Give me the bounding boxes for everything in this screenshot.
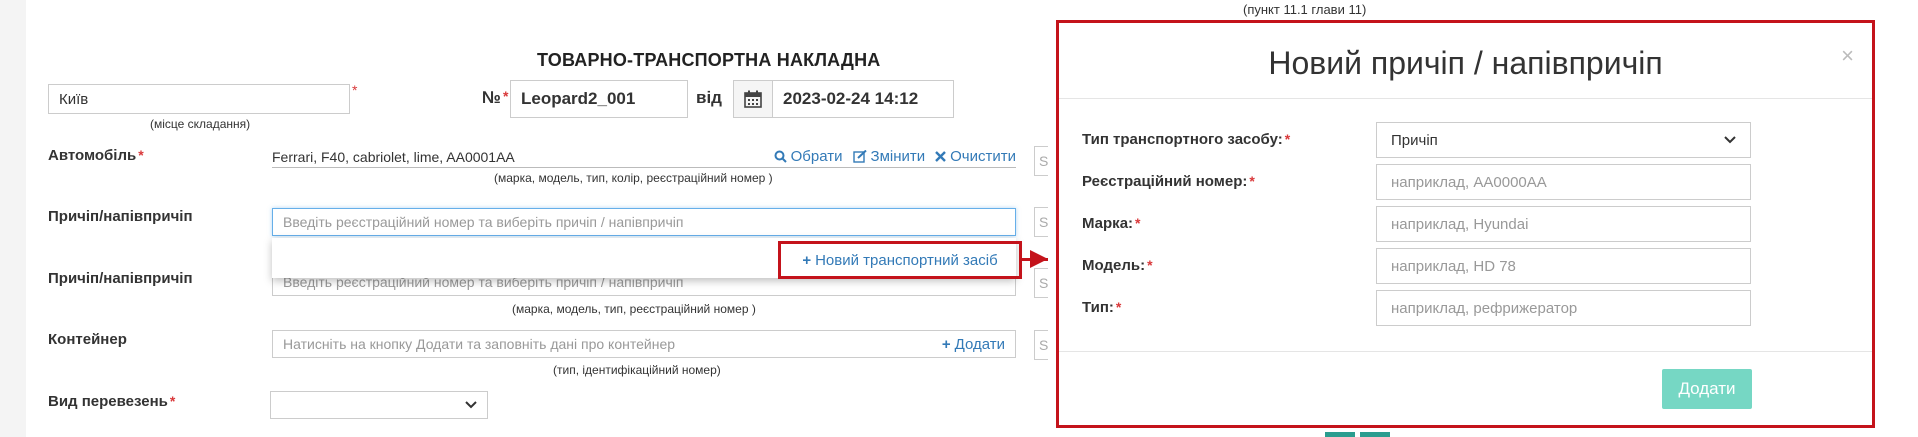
modal-divider (1059, 351, 1872, 352)
vehicle-value: Ferrari, F40, cabriolet, lime, AA0001AA (272, 148, 515, 165)
number-value: Leopard2_001 (521, 89, 636, 108)
trailer2-sublabel: (марка, модель, тип, реєстраційний номер… (512, 302, 756, 316)
clear-vehicle-link[interactable]: Очистити (935, 148, 1016, 165)
vehicle-type-value: Причіп (1391, 131, 1438, 149)
plus-icon: + (941, 335, 951, 353)
date-value: 2023-02-24 14:12 (783, 89, 919, 108)
search-icon (774, 150, 787, 163)
modal-title: Новий причіп / напівпричіп (1268, 45, 1663, 81)
plus-icon: + (802, 251, 812, 269)
from-label: від (696, 88, 722, 107)
new-vehicle-link[interactable]: + Новий транспортний засіб (778, 241, 1022, 279)
vehicle-type-select[interactable]: Причіп (1376, 122, 1751, 158)
trailer1-input[interactable]: Введіть реєстраційний номер та виберіть … (272, 208, 1016, 236)
trailer2-label: Причіп/напівпричіп (48, 270, 193, 287)
vehicle-label: Автомобіль * (48, 147, 144, 164)
add-container-link[interactable]: + Додати (942, 336, 1005, 353)
close-icon[interactable]: × (1841, 43, 1854, 69)
top-note: (пункт 11.1 глави 11) (1243, 2, 1367, 17)
model-input[interactable]: наприклад, HD 78 (1376, 248, 1751, 284)
place-value: Київ (59, 90, 89, 108)
model-label: Модель: * (1082, 257, 1153, 274)
vehicle-sublabel: (марка, модель, тип, колір, реєстраційни… (494, 171, 773, 185)
reg-number-input[interactable]: наприклад, AA0000AA (1376, 164, 1751, 200)
vehicle-type-label: Тип транспортного засобу: * (1082, 131, 1291, 148)
place-sublabel: (місце складання) (150, 117, 251, 131)
reg-number-label: Реєстраційний номер: * (1082, 173, 1255, 190)
type-placeholder: наприклад, рефрижератор (1391, 299, 1578, 317)
partial-button (1325, 432, 1355, 437)
brand-label: Марка: * (1082, 215, 1141, 232)
modal-divider (1059, 98, 1872, 99)
required-mark: * (352, 82, 358, 98)
vehicle-field[interactable]: Ferrari, F40, cabriolet, lime, AA0001AA … (272, 146, 1016, 168)
container-placeholder: Натисніть на кнопку Додати та заповніть … (283, 336, 676, 352)
vehicle-side-field: S1 (1034, 146, 1048, 176)
edit-icon (852, 150, 867, 163)
number-prefix: № * (482, 88, 509, 107)
container-side-field: S1 (1034, 330, 1048, 360)
number-input[interactable]: Leopard2_001 (510, 80, 688, 118)
calendar-icon (744, 90, 762, 108)
container-label: Контейнер (48, 331, 127, 348)
type-input[interactable]: наприклад, рефрижератор (1376, 290, 1751, 326)
document-title: ТОВАРНО-ТРАНСПОРТНА НАКЛАДНА (537, 50, 881, 70)
left-margin (0, 0, 26, 437)
trailer1-side-field: S1 (1034, 207, 1048, 237)
new-trailer-modal: Новий причіп / напівпричіп × Тип транспо… (1056, 20, 1875, 428)
trailer1-placeholder: Введіть реєстраційний номер та виберіть … (283, 214, 684, 230)
add-button[interactable]: Додати (1662, 369, 1752, 409)
trailer2-side-field: S1 (1034, 268, 1048, 298)
date-input[interactable]: 2023-02-24 14:12 (772, 80, 954, 118)
close-icon (935, 151, 946, 162)
transport-type-select[interactable] (270, 391, 488, 419)
brand-input[interactable]: наприклад, Hyundai (1376, 206, 1751, 242)
calendar-button[interactable] (733, 80, 773, 118)
trailer1-label: Причіп/напівпричіп (48, 208, 193, 225)
brand-placeholder: наприклад, Hyundai (1391, 215, 1529, 233)
chevron-down-icon (465, 401, 477, 409)
model-placeholder: наприклад, HD 78 (1391, 257, 1516, 275)
container-sublabel: (тип, ідентифікаційний номер) (553, 363, 721, 377)
transport-type-label: Вид перевезень * (48, 393, 176, 410)
container-input[interactable]: Натисніть на кнопку Додати та заповніть … (272, 330, 1016, 358)
page: (пункт 11.1 глави 11) ТОВАРНО-ТРАНСПОРТН… (0, 0, 1918, 437)
place-input[interactable]: Київ (48, 84, 350, 114)
partial-button (1360, 432, 1390, 437)
select-vehicle-link[interactable]: Обрати (774, 148, 843, 165)
highlight-arrow-head (1030, 250, 1048, 268)
reg-number-placeholder: наприклад, AA0000AA (1391, 173, 1547, 191)
type-label: Тип: * (1082, 299, 1122, 316)
edit-vehicle-link[interactable]: Змінити (852, 148, 925, 165)
chevron-down-icon (1724, 136, 1736, 144)
